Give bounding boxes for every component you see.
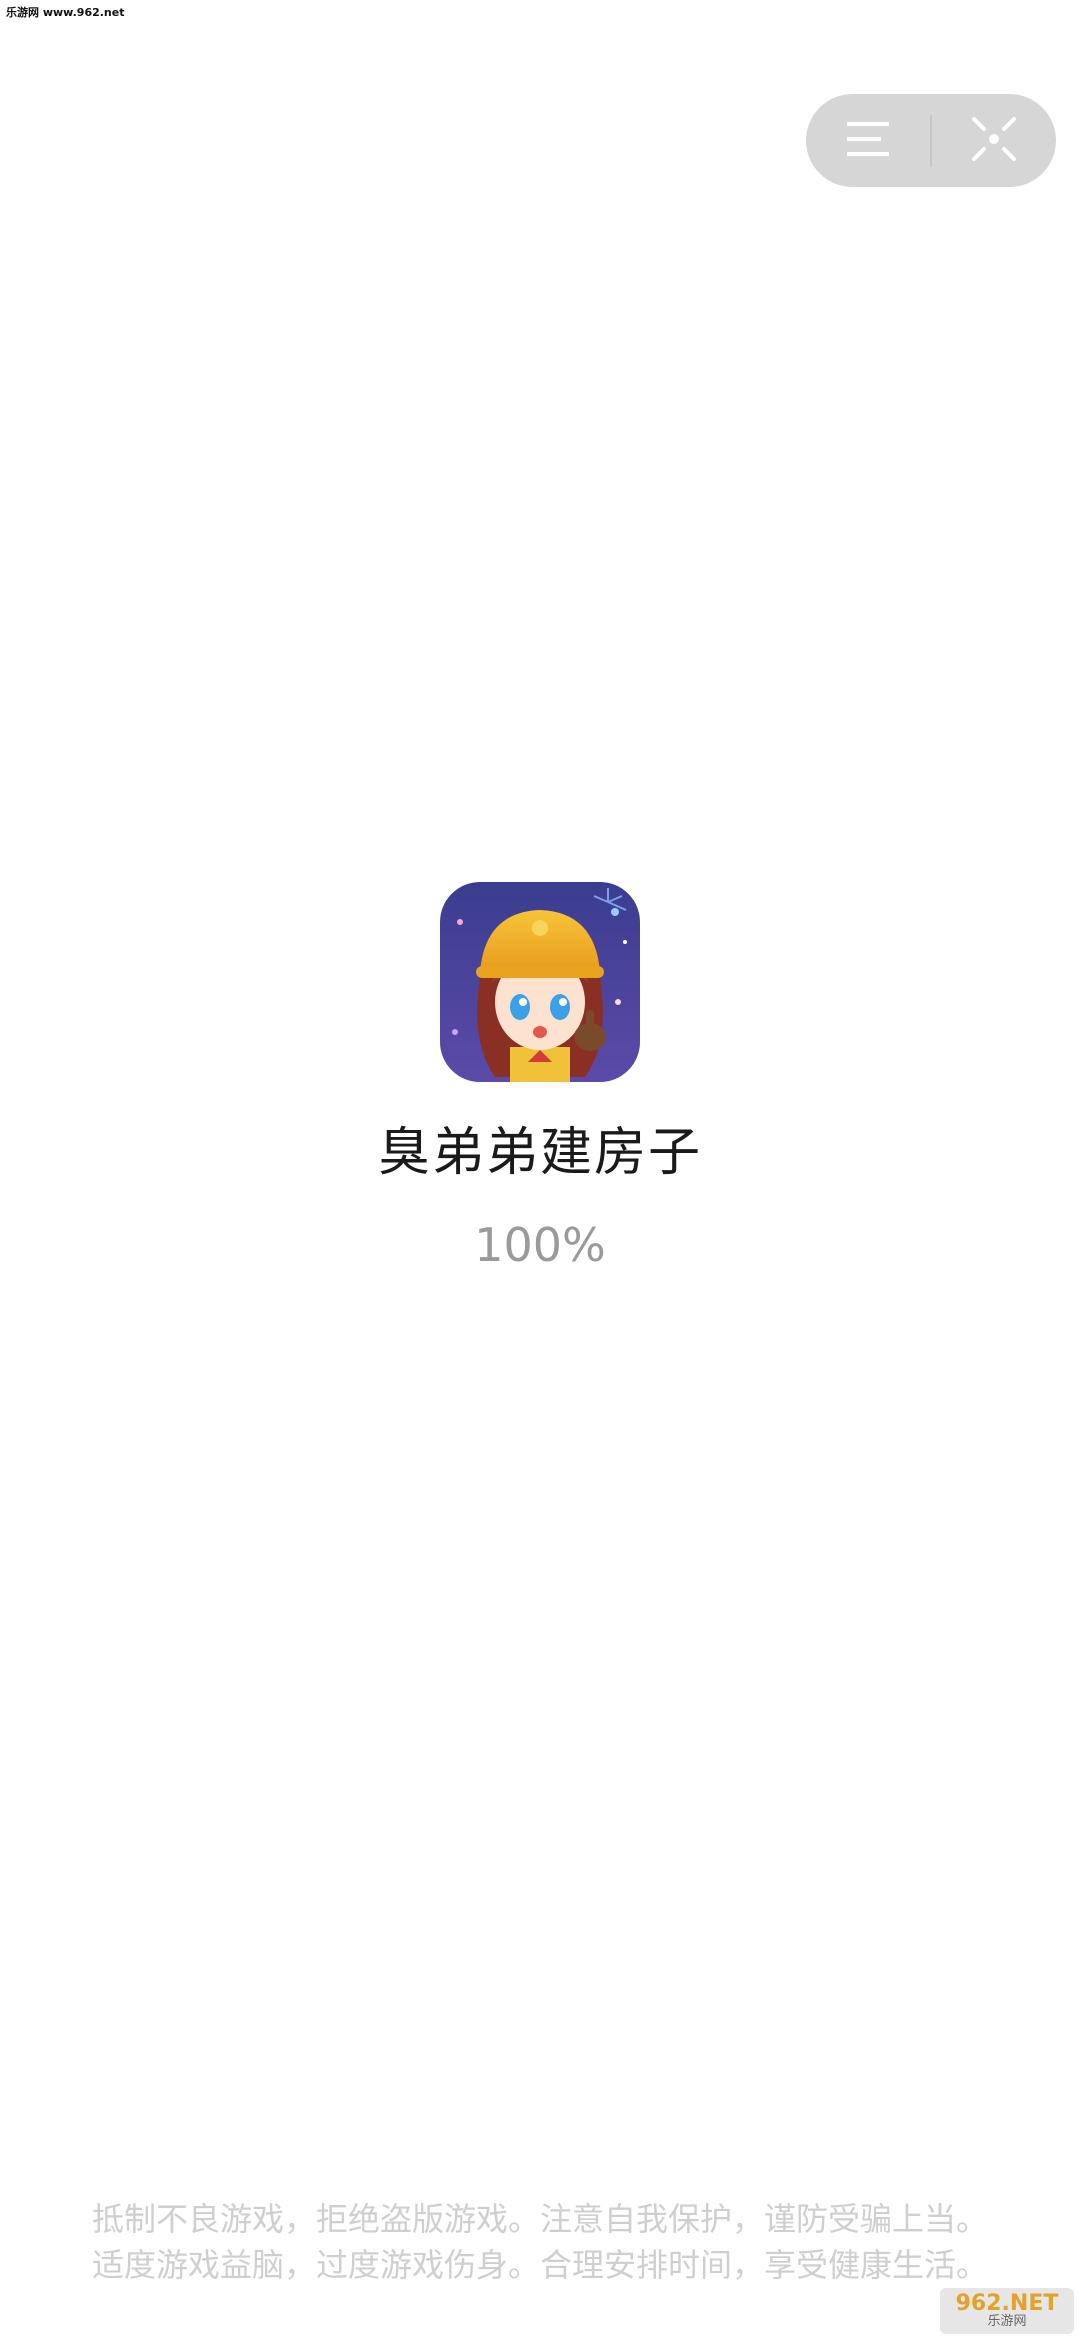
menu-button[interactable]	[806, 94, 930, 187]
watermark-text: 乐游网 www.962.net	[6, 6, 125, 19]
game-title: 臭弟弟建房子	[377, 1123, 702, 1183]
watermark-logo-subtext: 乐游网	[987, 2314, 1027, 2329]
health-notice: 抵制不良游戏，拒绝盗版游戏。注意自我保护，谨防受骗上当。 适度游戏益脑，过度游戏…	[0, 2196, 1080, 2288]
game-icon	[440, 882, 640, 1082]
loading-progress: 100%	[474, 1218, 606, 1272]
menu-lines-icon	[845, 119, 891, 163]
mini-program-capsule	[806, 94, 1056, 187]
close-button[interactable]	[932, 94, 1056, 187]
health-notice-line-1: 抵制不良游戏，拒绝盗版游戏。注意自我保护，谨防受骗上当。	[91, 2200, 988, 2238]
target-close-icon	[970, 115, 1018, 167]
watermark-logo-text: 962.NET	[955, 2291, 1059, 2316]
watermark-logo: 962.NET 乐游网	[940, 2288, 1074, 2334]
health-notice-line-2: 适度游戏益脑，过度游戏伤身。合理安排时间，享受健康生活。	[91, 2246, 988, 2284]
